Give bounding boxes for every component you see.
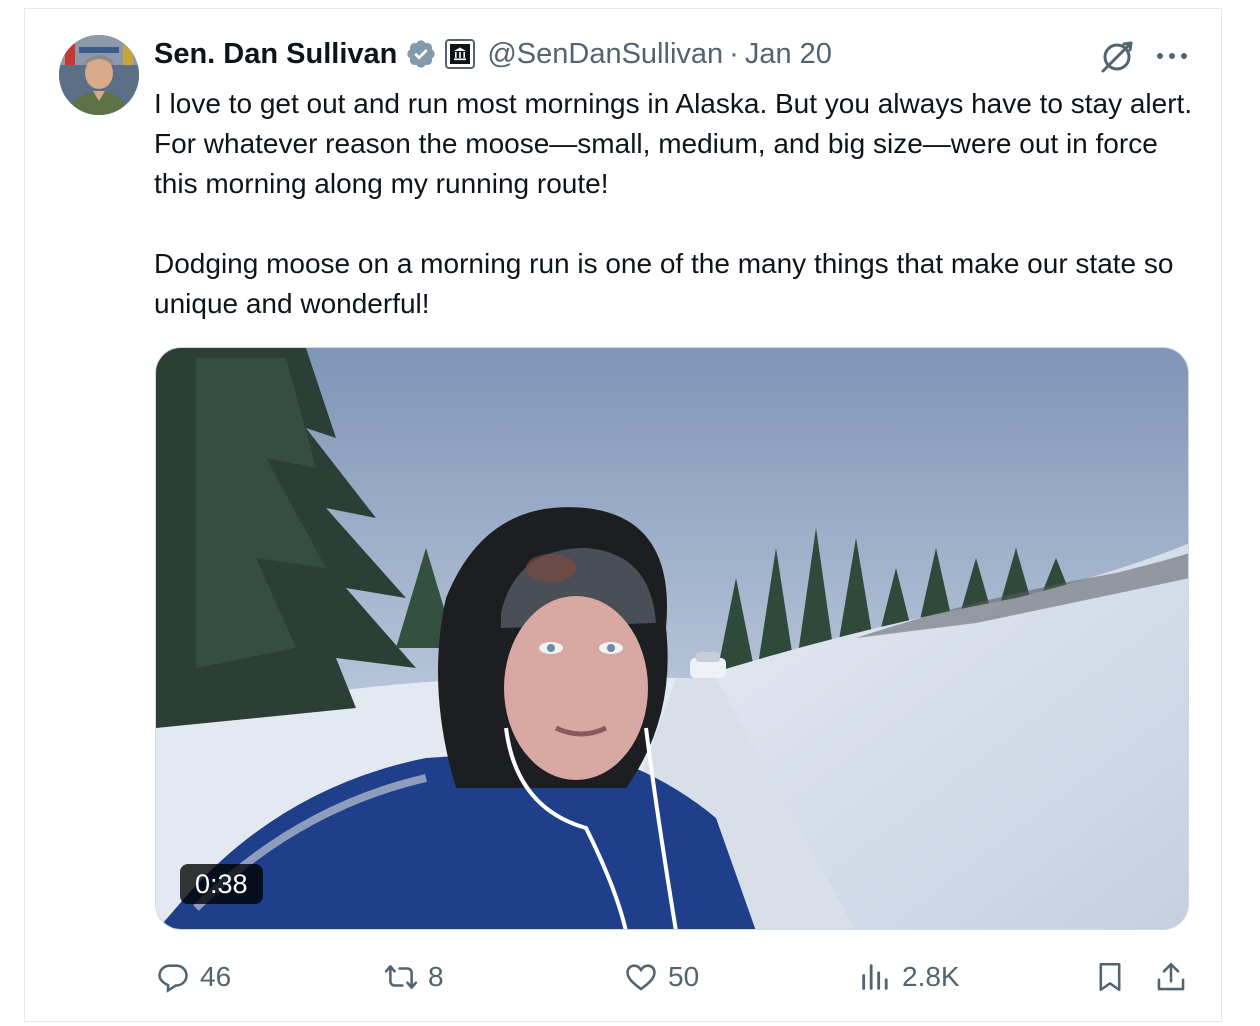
post-header: Sen. Dan Sullivan @SenDanSullivan · Jan … [154, 34, 832, 74]
like-button[interactable]: 50 [624, 950, 699, 1004]
repost-count: 8 [428, 961, 444, 992]
views-count: 2.8K [902, 961, 960, 992]
more-icon[interactable] [1153, 42, 1191, 70]
repost-icon [384, 965, 418, 989]
video-player[interactable] [155, 347, 1189, 930]
share-icon [1157, 962, 1185, 991]
author-name[interactable]: Sen. Dan Sullivan [154, 38, 397, 71]
heart-icon [626, 964, 656, 991]
bookmark-button[interactable] [1093, 950, 1127, 1004]
post-paragraph: I love to get out and run most mornings … [154, 88, 1200, 199]
repost-button[interactable]: 8 [384, 950, 444, 1004]
post-paragraph: Dodging moose on a morning run is one of… [154, 248, 1182, 319]
bookmark-icon [1099, 962, 1121, 992]
reply-count: 46 [200, 961, 232, 992]
video-thumbnail [156, 348, 1188, 929]
verified-badge-icon[interactable] [405, 38, 437, 70]
post-date[interactable]: Jan 20 [745, 38, 832, 71]
action-bar: 46 8 50 2.8K [0, 950, 1260, 1004]
share-button[interactable] [1154, 950, 1188, 1004]
reply-icon [158, 964, 188, 993]
views-icon [862, 964, 888, 990]
avatar-image [59, 35, 139, 115]
separator-dot: · [729, 37, 739, 70]
grok-icon[interactable] [1098, 38, 1136, 76]
post-text: I love to get out and run most mornings … [154, 84, 1194, 324]
reply-button[interactable]: 46 [156, 950, 231, 1004]
like-count: 50 [668, 961, 700, 992]
author-handle[interactable]: @SenDanSullivan [487, 38, 723, 71]
government-building-icon[interactable] [445, 39, 476, 69]
video-duration: 0:38 [180, 864, 263, 904]
views-button[interactable]: 2.8K [858, 950, 960, 1004]
avatar[interactable] [59, 35, 139, 115]
